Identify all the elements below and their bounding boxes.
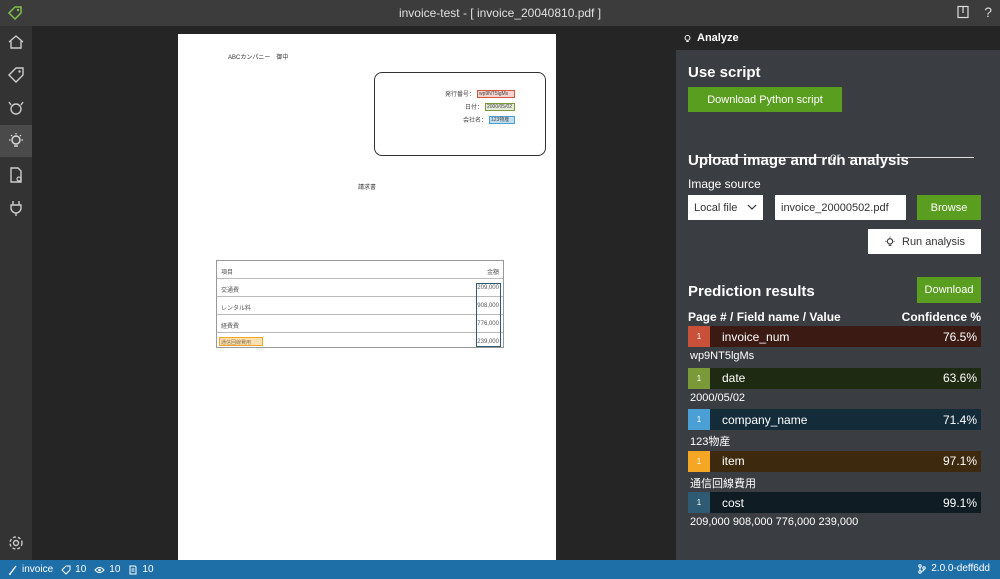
highlight-invoice-num[interactable]: wp9NT5lgMs — [477, 89, 515, 98]
result-confidence: 76.5% — [942, 329, 977, 344]
nav-plugins[interactable] — [0, 192, 32, 224]
doc-field-invoice-num: 発行番号： wp9NT5lgMs — [445, 89, 515, 98]
status-tags[interactable]: 10 — [61, 564, 86, 575]
book-icon[interactable] — [956, 5, 970, 19]
download-results-button[interactable]: Download — [917, 277, 981, 303]
table-row: レンタル料 908,000 — [217, 297, 503, 315]
left-nav — [0, 26, 32, 560]
highlight-item[interactable] — [219, 337, 263, 346]
status-bar: invoice 10 10 10 2.0.0-deff6dd — [0, 560, 1000, 579]
doc-info-box: 発行番号： wp9NT5lgMs 日付： 2000/05/02 会社名： 123物産 — [374, 72, 546, 156]
result-page-number: 1 — [688, 367, 710, 389]
highlight-company[interactable]: 123物産 — [489, 115, 515, 124]
tag-icon — [61, 565, 71, 575]
doc-field-date: 日付： 2000/05/02 — [465, 102, 515, 111]
result-field-name: date — [722, 371, 746, 385]
result-value: 2000/05/02 — [690, 391, 746, 404]
result-page-number: 1 — [688, 326, 710, 347]
nav-settings[interactable] — [0, 527, 32, 559]
tag-icon — [8, 67, 24, 83]
lightbulb-icon — [684, 34, 691, 42]
doc-heading: 請求書 — [358, 185, 377, 191]
nav-connections[interactable] — [0, 92, 32, 124]
table-row: 項目 金額 — [217, 261, 503, 279]
result-value: 209,000 908,000 776,000 239,000 — [690, 516, 859, 528]
branch-icon — [9, 565, 17, 575]
result-page-number: 1 — [688, 492, 710, 513]
result-confidence: 99.1% — [942, 495, 977, 510]
download-script-button[interactable]: Download Python script — [688, 87, 842, 112]
result-value: wp9NT5lgMs — [690, 350, 755, 362]
table-row: 経費費 776,000 — [217, 315, 503, 333]
nav-home[interactable] — [0, 26, 32, 58]
result-row-date[interactable]: 1 date 63.6% — [688, 367, 981, 389]
run-analysis-button[interactable]: Run analysis — [868, 229, 981, 254]
help-icon[interactable]: ? — [984, 4, 992, 20]
connection-icon — [8, 101, 24, 115]
settings-icon — [9, 536, 23, 550]
table-row: 交通費 209,000 — [217, 279, 503, 297]
eye-icon — [94, 566, 105, 573]
nav-analyze[interactable] — [0, 125, 32, 157]
result-value: 通信回線費用 — [690, 477, 756, 490]
result-confidence: 97.1% — [942, 454, 977, 468]
highlight-date[interactable]: 2000/05/02 — [485, 102, 515, 111]
doc-table: 項目 金額 交通費 209,000 レンタル料 908,000 経費費 776,000 … — [216, 260, 504, 348]
doc-field-company: 会社名： 123物産 — [463, 115, 515, 124]
result-field-name: item — [722, 454, 745, 468]
panel-title: Analyze — [697, 32, 739, 44]
document-page: ABCカンパニー 御中 発行番号： wp9NT5lgMs 日付： 2000/05/0… — [178, 34, 556, 560]
highlight-cost[interactable] — [476, 283, 501, 347]
analyze-panel: Analyze Use script Download Python scrip… — [676, 26, 1000, 560]
image-source-select[interactable]: Local file — [688, 195, 763, 220]
panel-header: Analyze — [676, 26, 1000, 50]
status-docs[interactable]: 10 — [128, 564, 154, 575]
use-script-title: Use script — [688, 64, 761, 81]
result-field-name: cost — [722, 495, 745, 510]
window-title: invoice-test - [ invoice_20040810.pdf ] — [398, 6, 602, 20]
plug-icon — [10, 201, 22, 216]
tag-logo-icon — [7, 6, 22, 21]
git-branch-icon — [918, 563, 926, 574]
status-connections[interactable]: 10 — [94, 564, 120, 575]
result-row-company-name[interactable]: 1 company_name 71.4% — [688, 409, 981, 430]
lightbulb-icon — [9, 133, 23, 147]
panel-body: Use script Download Python script or Upl… — [676, 50, 1000, 560]
result-value: 123物産 — [690, 436, 731, 448]
col-field-header: Page # / Field name / Value — [688, 310, 841, 324]
document-canvas: ABCカンパニー 御中 発行番号： wp9NT5lgMs 日付： 2000/05/0… — [32, 26, 676, 560]
nav-model[interactable] — [0, 159, 32, 191]
browse-button[interactable]: Browse — [917, 195, 981, 220]
result-confidence: 63.6% — [942, 371, 977, 385]
result-confidence: 71.4% — [942, 412, 977, 427]
lightbulb-icon — [885, 236, 895, 246]
home-icon — [8, 35, 24, 49]
nav-tags[interactable] — [0, 59, 32, 91]
result-row-item[interactable]: 1 item 97.1% — [688, 450, 981, 472]
result-field-name: company_name — [722, 412, 808, 427]
status-project[interactable]: invoice — [8, 564, 53, 575]
result-page-number: 1 — [688, 409, 710, 430]
result-row-invoice-num[interactable]: 1 invoice_num 76.5% — [688, 326, 981, 347]
document-settings-icon — [10, 167, 22, 183]
chevron-down-icon — [747, 204, 757, 210]
col-confidence-header: Confidence % — [901, 310, 981, 324]
title-bar: invoice-test - [ invoice_20040810.pdf ] … — [0, 0, 1000, 26]
result-field-name: invoice_num — [722, 329, 790, 344]
document-icon — [129, 565, 137, 574]
status-version[interactable]: 2.0.0-deff6dd — [917, 563, 990, 574]
image-source-label: Image source — [688, 177, 761, 191]
result-row-cost[interactable]: 1 cost 99.1% — [688, 492, 981, 513]
upload-title: Upload image and run analysis — [688, 152, 909, 169]
file-name-input[interactable]: invoice_20000502.pdf — [775, 195, 906, 220]
prediction-title: Prediction results — [688, 283, 815, 300]
doc-company: ABCカンパニー 御中 — [228, 55, 289, 61]
result-page-number: 1 — [688, 450, 710, 472]
